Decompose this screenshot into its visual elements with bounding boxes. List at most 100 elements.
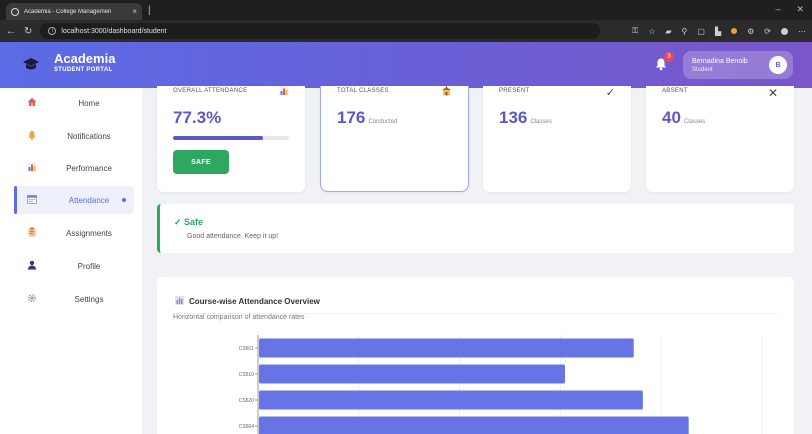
menu-icon[interactable]: ⋯ <box>798 27 806 36</box>
overall-attendance-value: 77.3% <box>173 108 222 127</box>
attendance-progress-fill <box>173 136 263 140</box>
attendance-alert: ✓ Safe Good attendance. Keep it up! <box>157 204 794 253</box>
attendance-bar[interactable] <box>259 390 643 410</box>
browser-tab-bar: Academia - College Managemen × | – ✕ <box>0 0 812 20</box>
key-icon[interactable]: ⚿ <box>632 26 638 36</box>
sidebar-item-label: Profile <box>77 261 101 271</box>
browser-extensions: ⚿ ☆ ▰ ⚲ ▢ ▙ ⚙ ⟳ ⋯ <box>632 26 806 36</box>
alert-title-text: Safe <box>184 217 204 227</box>
close-window-icon[interactable]: ✕ <box>796 4 804 15</box>
sidebar-item-settings[interactable]: Settings <box>14 285 134 313</box>
total-classes-value: 176 Conducted <box>337 108 397 128</box>
sidebar-item-label: Home <box>78 98 100 108</box>
absent-unit: Classes <box>683 119 706 125</box>
sidebar-item-performance[interactable]: Performance <box>14 154 134 182</box>
address-bar[interactable]: i localhost:3000/dashboard/student <box>40 23 601 39</box>
attendance-progress-bar <box>173 136 289 140</box>
stat-label: TOTAL CLASSES <box>337 88 389 94</box>
present-number: 136 <box>499 108 528 127</box>
user-name: Bernadina Benoib <box>692 57 748 65</box>
x-icon: ✕ <box>767 86 778 100</box>
star-icon[interactable]: ☆ <box>648 27 655 36</box>
extension-dot-icon[interactable] <box>731 28 738 34</box>
sidebar-item-notifications[interactable]: Notifications <box>14 122 134 150</box>
sidebar-item-profile[interactable]: Profile <box>14 252 134 280</box>
attendance-bar-chart: CS501 CS510 CS520 CS504 <box>239 335 763 434</box>
category-tick-label: CS510 <box>239 372 255 378</box>
puzzle-icon[interactable]: ▙ <box>715 27 721 36</box>
calendar-icon <box>25 194 39 207</box>
status-badge[interactable]: SAFE <box>173 150 229 174</box>
notification-bell-icon[interactable]: 3 <box>654 52 674 73</box>
absent-number: 40 <box>662 108 681 127</box>
total-classes-unit: Conducted <box>368 119 398 125</box>
new-tab-icon[interactable]: | <box>148 5 151 16</box>
globe-icon <box>11 7 19 16</box>
category-tick-label: CS504 <box>239 424 255 430</box>
check-icon: ✓ <box>174 217 185 227</box>
user-role: Student <box>692 66 713 73</box>
total-classes-card: TOTAL CLASSES 176 Conducted <box>320 86 469 192</box>
app-header: Academia STUDENT PORTAL 3 Bernadina Beno… <box>0 42 812 88</box>
sidebar-item-assignments[interactable]: Assignments <box>14 219 134 247</box>
sidebar-item-label: Settings <box>74 294 104 304</box>
absent-value: 40 Classes <box>662 108 705 128</box>
clipboard-icon <box>25 227 39 240</box>
bell-icon <box>25 130 39 143</box>
attendance-bar[interactable] <box>259 338 634 358</box>
course-attendance-chart-card: Course-wise Attendance Overview Horizont… <box>157 277 794 434</box>
check-icon: ✓ <box>605 87 615 99</box>
url-text: localhost:3000/dashboard/student <box>61 27 167 35</box>
brand-name: Academia <box>54 51 116 66</box>
attendance-bar[interactable] <box>259 364 565 384</box>
info-icon[interactable]: i <box>48 27 57 35</box>
browser-toolbar: ← ↻ i localhost:3000/dashboard/student ⚿… <box>0 20 812 42</box>
present-value: 136 Classes <box>499 108 552 128</box>
extension-icon[interactable]: ▰ <box>665 27 671 36</box>
overall-attendance-card: OVERALL ATTENDANCE 77.3% SAFE <box>157 86 305 192</box>
minimize-icon[interactable]: – <box>775 4 780 15</box>
tab-title: Academia - College Managemen <box>24 8 112 15</box>
gear-icon <box>25 293 39 306</box>
avatar[interactable]: B <box>769 56 787 74</box>
sidebar-item-label: Notifications <box>67 131 111 141</box>
present-unit: Classes <box>530 119 552 125</box>
present-card: PRESENT ✓ 136 Classes <box>483 86 631 192</box>
absent-card: ABSENT ✕ 40 Classes <box>646 86 794 192</box>
stat-label: OVERALL ATTENDANCE <box>173 88 248 94</box>
brand[interactable]: Academia STUDENT PORTAL <box>54 51 115 73</box>
refresh-ext-icon[interactable]: ⟳ <box>764 27 771 36</box>
active-indicator <box>122 198 126 202</box>
user-icon <box>25 260 39 273</box>
bar-chart-icon <box>25 162 39 175</box>
alert-title: ✓ Safe <box>174 217 203 228</box>
attendance-bar[interactable] <box>259 416 689 434</box>
sidebar-item-home[interactable]: Home <box>14 89 134 117</box>
close-tab-icon[interactable]: × <box>132 7 137 16</box>
school-icon <box>441 86 452 99</box>
brand-subtitle: STUDENT PORTAL <box>54 67 113 73</box>
graduation-cap-icon <box>22 56 42 72</box>
home-icon <box>25 97 39 110</box>
browser-tab[interactable]: Academia - College Managemen × <box>6 3 142 20</box>
sidebar-item-label: Performance <box>66 163 112 173</box>
profile-icon[interactable] <box>781 27 788 35</box>
back-icon[interactable]: ← <box>6 26 16 37</box>
sidebar-item-attendance[interactable]: Attendance <box>14 186 134 214</box>
alert-message: Good attendance. Keep it up! <box>187 233 279 240</box>
sidebar-item-label: Attendance <box>68 195 110 205</box>
sidebar-item-label: Assignments <box>66 228 112 238</box>
pin-icon[interactable]: ⚲ <box>682 27 688 36</box>
bar-chart-icon <box>279 86 289 99</box>
total-classes-number: 176 <box>337 108 366 127</box>
stat-label: PRESENT <box>499 88 530 94</box>
sidebar: Home Notifications Performance Attendanc… <box>0 88 142 434</box>
category-tick-label: CS501 <box>239 346 255 352</box>
notification-badge: 3 <box>664 52 674 62</box>
screen-icon[interactable]: ▢ <box>697 27 705 36</box>
user-menu[interactable]: Bernadina Benoib Student B <box>683 51 793 79</box>
settings-icon[interactable]: ⚙ <box>747 27 754 36</box>
window-controls: – ✕ <box>775 4 804 15</box>
reload-icon[interactable]: ↻ <box>24 26 32 37</box>
category-tick-label: CS520 <box>239 398 255 404</box>
